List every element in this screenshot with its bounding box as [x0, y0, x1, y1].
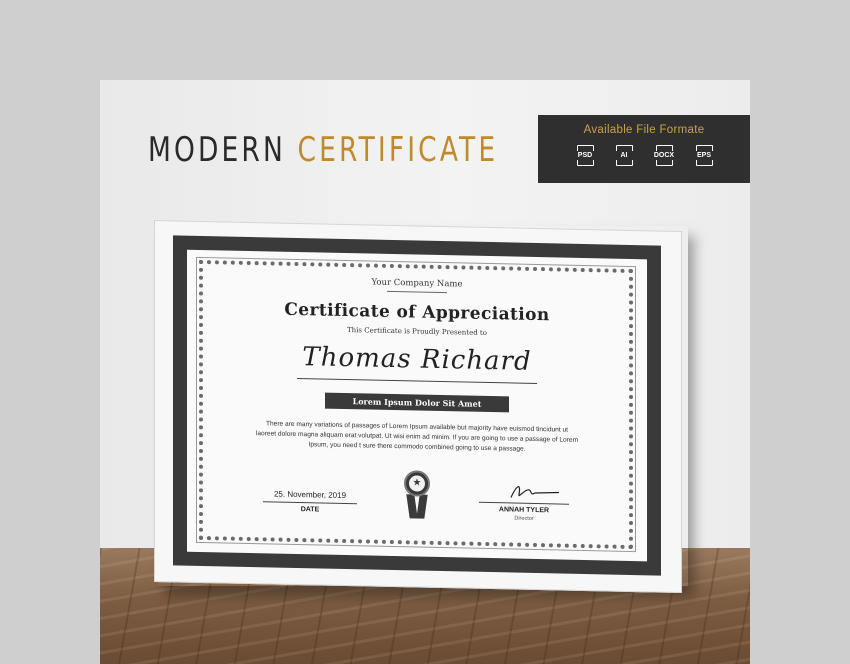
- format-label-ai: AI: [607, 151, 641, 160]
- docx-file-icon: DOCX: [647, 145, 681, 171]
- page-title: MODERN CERTIFICATE: [148, 130, 498, 170]
- format-label-psd: PSD: [568, 151, 602, 160]
- eps-file-icon: EPS: [687, 145, 721, 171]
- certificate-frame: Your Company Name Certificate of Appreci…: [154, 220, 682, 594]
- format-label-docx: DOCX: [647, 151, 681, 160]
- star-icon: ★: [409, 475, 425, 492]
- certificate-paper: Your Company Name Certificate of Appreci…: [187, 249, 647, 562]
- ai-file-icon: AI: [607, 145, 641, 171]
- signature-icon: [510, 486, 560, 498]
- date-value: 25. November, 2019: [273, 489, 347, 501]
- seal-ribbon-right: [416, 494, 428, 519]
- preview-card: MODERN CERTIFICATE Available File Format…: [100, 80, 750, 664]
- file-formats-title: Available File Formate: [583, 124, 705, 136]
- title-word-modern: MODERN: [148, 130, 286, 170]
- file-formats-panel: Available File Formate PSD AI DOCX EPS: [538, 115, 750, 183]
- title-word-certificate: CERTIFICATE: [297, 130, 499, 170]
- format-label-eps: EPS: [687, 151, 721, 160]
- award-seal-icon: ★: [401, 470, 433, 523]
- psd-file-icon: PSD: [568, 145, 602, 171]
- certificate-mat: Your Company Name Certificate of Appreci…: [173, 235, 661, 576]
